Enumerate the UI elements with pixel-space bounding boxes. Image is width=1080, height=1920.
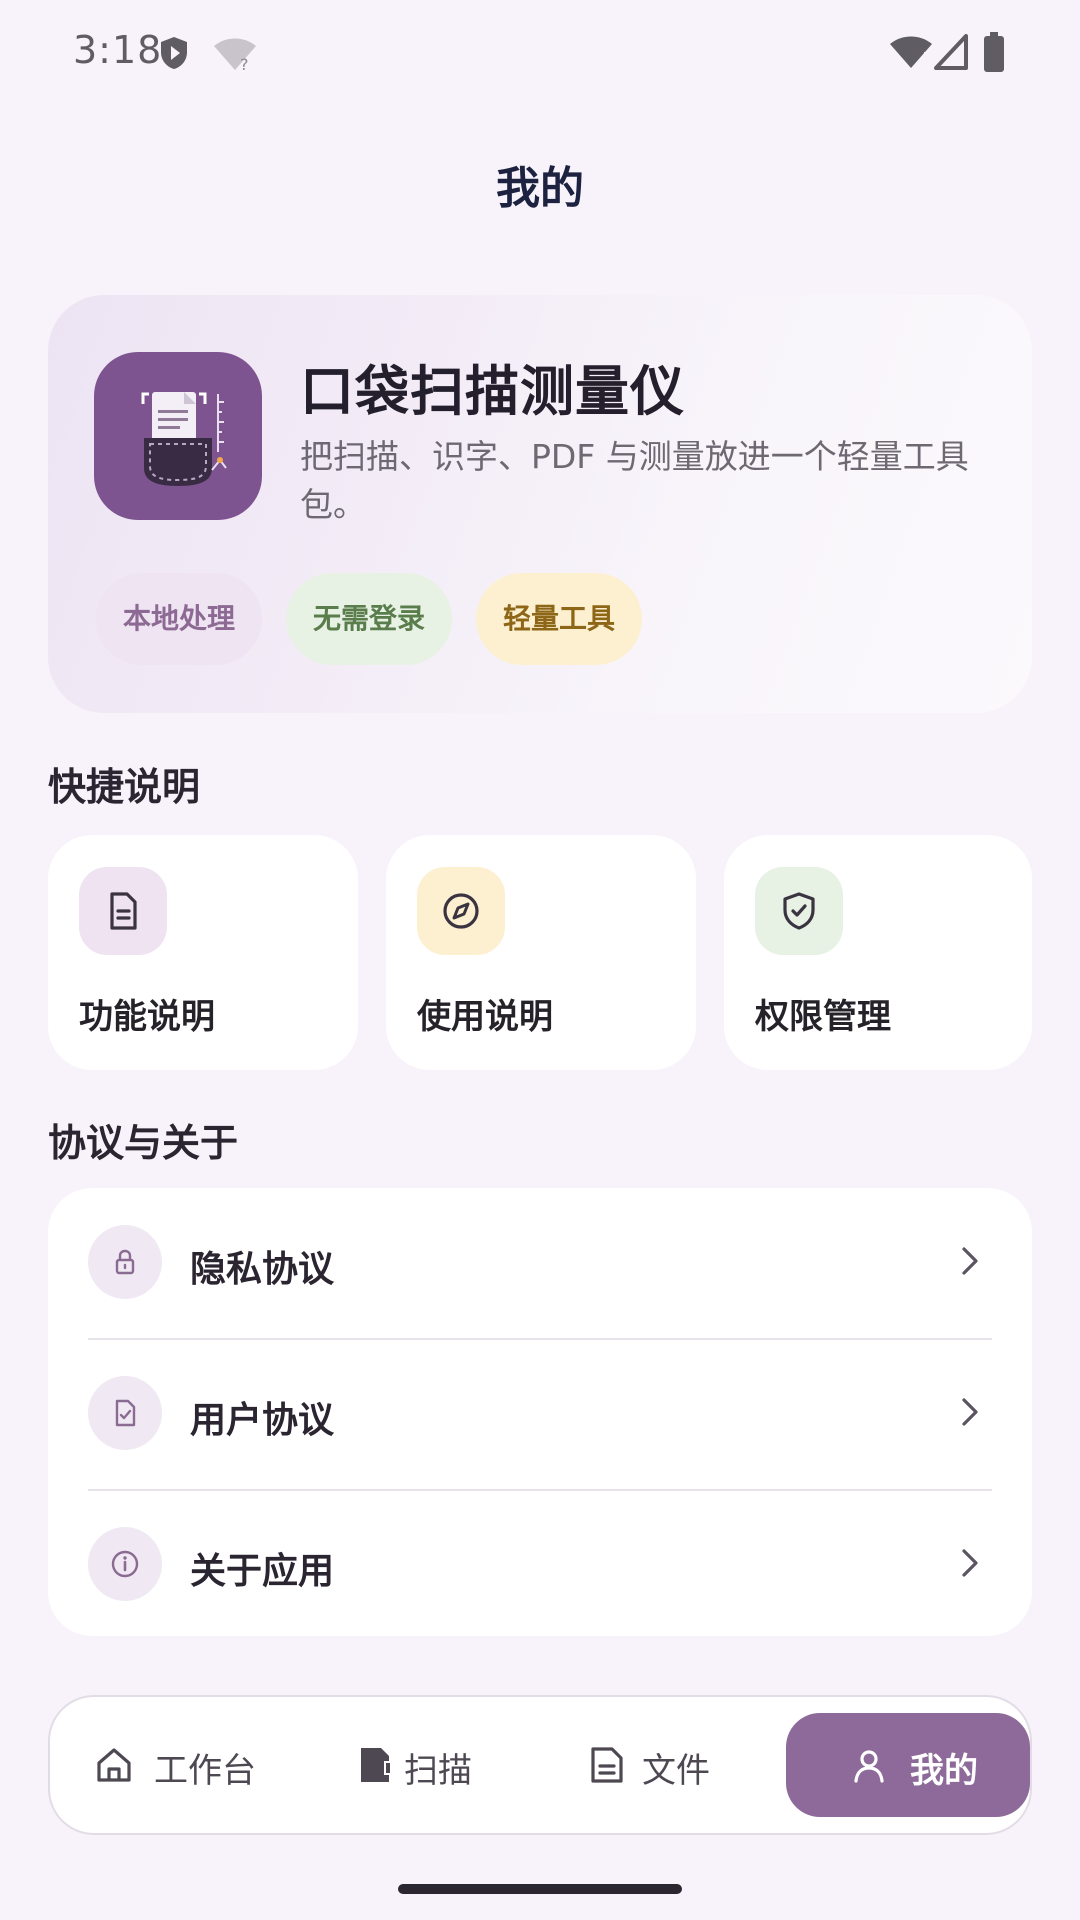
status-bar: 3:18 ? <box>0 0 1080 110</box>
home-indicator[interactable] <box>398 1884 682 1894</box>
battery-icon <box>984 32 1004 72</box>
quick-card-label: 功能说明 <box>79 997 215 1037</box>
bottom-nav: 工作台 扫描 文件 我的 <box>48 1695 1032 1835</box>
file-icon <box>591 1747 623 1783</box>
quick-card-permissions[interactable]: 权限管理 <box>724 835 1032 1070</box>
nav-item-scan[interactable]: 扫描 <box>290 1697 530 1833</box>
chevron-right-icon <box>962 1549 978 1577</box>
about-item-user-agreement[interactable]: 用户协议 <box>48 1339 1032 1489</box>
quick-card-usage[interactable]: 使用说明 <box>386 835 696 1070</box>
nav-item-mine[interactable]: 我的 <box>786 1713 1030 1817</box>
user-icon <box>854 1750 884 1783</box>
about-list: 隐私协议 用户协议 关于应用 <box>48 1188 1032 1636</box>
section-title-about: 协议与关于 <box>48 1121 239 1165</box>
nav-label: 文件 <box>642 1751 710 1791</box>
about-icon-container <box>88 1225 162 1299</box>
signal-icon <box>934 34 968 70</box>
app-logo <box>94 352 262 520</box>
about-item-label: 用户协议 <box>190 1400 335 1441</box>
chevron-right-icon <box>962 1398 978 1426</box>
info-icon <box>111 1550 139 1578</box>
quick-icon-container <box>755 867 843 955</box>
app-description: 把扫描、识字、PDF 与测量放进一个轻量工具包。 <box>300 437 969 524</box>
about-item-label: 隐私协议 <box>190 1249 335 1290</box>
nav-label: 工作台 <box>154 1751 256 1791</box>
quick-card-features[interactable]: 功能说明 <box>48 835 358 1070</box>
tag-no-login: 无需登录 <box>286 573 452 665</box>
nav-item-workbench[interactable]: 工作台 <box>50 1697 290 1833</box>
wifi-unknown-icon: ? <box>214 38 256 72</box>
home-icon <box>97 1748 131 1782</box>
wifi-alert-icon <box>890 36 932 68</box>
about-icon-container <box>88 1376 162 1450</box>
about-icon-container <box>88 1527 162 1601</box>
page-title: 我的 <box>496 163 584 214</box>
quick-card-label: 使用说明 <box>417 997 553 1037</box>
pocket-scanner-logo-icon <box>141 392 227 486</box>
tag-local-processing: 本地处理 <box>96 573 262 665</box>
nav-label: 扫描 <box>404 1751 472 1791</box>
quick-icon-container <box>417 867 505 955</box>
app-info-card: 口袋扫描测量仪 把扫描、识字、PDF 与测量放进一个轻量工具包。 本地处理 无需… <box>48 295 1032 713</box>
about-item-privacy[interactable]: 隐私协议 <box>48 1188 1032 1338</box>
section-title-quick: 快捷说明 <box>48 765 201 809</box>
quick-card-label: 权限管理 <box>755 997 891 1037</box>
quick-icon-container <box>79 867 167 955</box>
svg-text:?: ? <box>240 55 249 72</box>
chevron-right-icon <box>962 1247 978 1275</box>
document-icon <box>110 892 137 930</box>
shield-play-icon <box>161 37 187 69</box>
nav-label: 我的 <box>910 1751 978 1791</box>
shield-check-icon <box>783 892 815 930</box>
about-item-about-app[interactable]: 关于应用 <box>48 1490 1032 1640</box>
app-name: 口袋扫描测量仪 <box>300 360 685 423</box>
tag-lightweight: 轻量工具 <box>476 573 642 665</box>
compass-icon <box>443 893 479 929</box>
about-item-label: 关于应用 <box>190 1551 335 1592</box>
lock-icon <box>115 1249 135 1275</box>
status-time: 3:18 <box>73 28 163 72</box>
scan-icon <box>361 1748 392 1782</box>
nav-item-files[interactable]: 文件 <box>530 1697 770 1833</box>
file-check-icon <box>115 1399 136 1427</box>
